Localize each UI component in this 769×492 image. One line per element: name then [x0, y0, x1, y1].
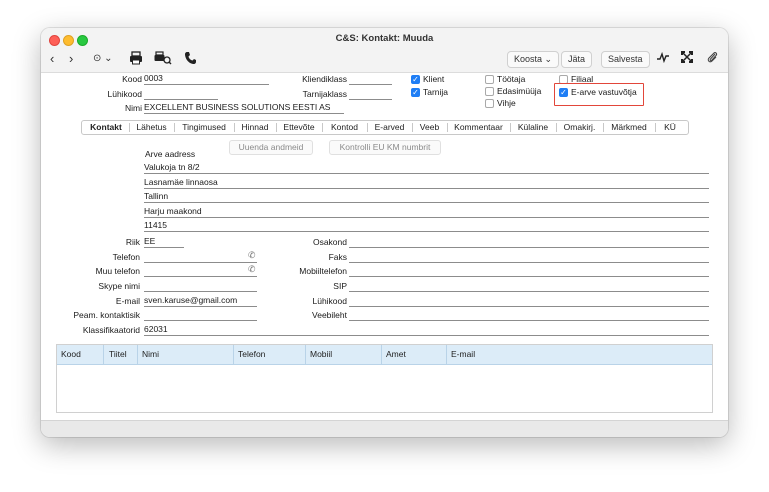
tab-tingimused[interactable]: Tingimused — [175, 121, 233, 134]
update-data-button[interactable]: Uuenda andmeid — [229, 140, 313, 155]
tab-kommentaar[interactable]: Kommentaar — [448, 121, 509, 134]
tarnija-label: Tarnija — [423, 87, 449, 97]
muu-telefon-field[interactable] — [144, 265, 257, 277]
col-mobiil[interactable]: Mobiil — [310, 345, 332, 364]
phone-icon[interactable] — [184, 51, 196, 67]
jata-button[interactable]: Jäta — [561, 51, 593, 68]
address-line-3[interactable]: Tallinn — [144, 191, 709, 203]
skype-field[interactable] — [144, 280, 257, 292]
faks-field[interactable] — [349, 251, 709, 263]
expand-icon[interactable] — [681, 51, 693, 67]
klassifikaatorid-label: Klassifikaatorid — [82, 325, 140, 335]
osakond-label: Osakond — [312, 237, 347, 247]
telefon-field[interactable] — [144, 251, 257, 263]
tootaja-checkbox[interactable] — [485, 75, 494, 84]
title-bar: C&S: Kontakt: Muuda ‹ › ⊙ ⌄ Koosta ⌄ Jät… — [41, 28, 728, 73]
tootaja-label: Töötaja — [497, 74, 526, 84]
kood-field[interactable]: 0003 — [144, 73, 269, 85]
skype-label: Skype nimi — [98, 281, 140, 291]
tab-hinnad[interactable]: Hinnad — [235, 121, 275, 134]
tarnija-checkbox[interactable]: ✓ — [411, 88, 420, 97]
attachment-icon[interactable] — [707, 51, 718, 67]
peam-kontaktisik-field[interactable] — [144, 309, 257, 321]
col-nimi[interactable]: Nimi — [142, 345, 159, 364]
tab-bar: Kontakt Lähetus Tingimused Hinnad Ettevõ… — [81, 120, 689, 135]
salvesta-button[interactable]: Salvesta — [601, 51, 650, 68]
col-kood[interactable]: Kood — [61, 345, 81, 364]
tab-kontod[interactable]: Kontod — [323, 121, 366, 134]
veebileht-field[interactable] — [349, 309, 709, 321]
luhikood-2-label: Lühikood — [312, 296, 347, 306]
riik-label: Riik — [125, 237, 140, 247]
peam-kontaktisik-label: Peam. kontaktisik — [73, 310, 140, 320]
check-vat-button[interactable]: Kontrolli EU KM numbrit — [329, 140, 441, 155]
kliendiklass-label: Kliendiklass — [302, 74, 347, 84]
col-telefon[interactable]: Telefon — [238, 345, 265, 364]
address-line-1[interactable]: Valukoja tn 8/2 — [144, 162, 709, 174]
luhikood-label: Lühikood — [107, 89, 142, 99]
call-other-phone-icon[interactable]: ✆ — [248, 264, 256, 275]
muu-telefon-label: Muu telefon — [95, 266, 140, 276]
kood-label: Kood — [122, 74, 142, 84]
koosta-button[interactable]: Koosta ⌄ — [507, 51, 560, 68]
faks-label: Faks — [328, 252, 347, 262]
tab-lahetus[interactable]: Lähetus — [130, 121, 173, 134]
nimi-label: Nimi — [125, 103, 142, 113]
mobiiltelefon-label: Mobiiltelefon — [299, 266, 347, 276]
forward-button[interactable]: › — [69, 51, 73, 67]
back-button[interactable]: ‹ — [50, 51, 54, 67]
address-line-2[interactable]: Lasnamäe linnaosa — [144, 177, 709, 189]
print-icon[interactable] — [129, 51, 143, 67]
kliendiklass-field[interactable] — [349, 73, 392, 85]
col-tiitel[interactable]: Tiitel — [109, 345, 127, 364]
highlight-box — [554, 83, 644, 106]
luhikood-field[interactable] — [144, 88, 218, 100]
contacts-table-header: Kood Tiitel Nimi Telefon Mobiil Amet E-m… — [57, 345, 712, 365]
klient-label: Klient — [423, 74, 445, 84]
nimi-field[interactable]: EXCELLENT BUSINESS SOLUTIONS EESTI AS — [144, 102, 344, 114]
tab-markmed[interactable]: Märkmed — [604, 121, 654, 134]
tab-veeb[interactable]: Veeb — [413, 121, 446, 134]
activity-icon[interactable] — [657, 51, 669, 67]
col-amet[interactable]: Amet — [386, 345, 406, 364]
tab-earved[interactable]: E-arved — [368, 121, 411, 134]
tab-kontakt[interactable]: Kontakt — [84, 121, 128, 134]
window-title: C&S: Kontakt: Muuda — [335, 33, 434, 44]
veebileht-label: Veebileht — [312, 310, 347, 320]
tab-omakirj[interactable]: Omakirj. — [557, 121, 602, 134]
call-phone-icon[interactable]: ✆ — [248, 250, 256, 261]
osakond-field[interactable] — [349, 236, 709, 248]
tarnijaklass-field[interactable] — [349, 88, 392, 100]
edasimuuja-checkbox[interactable] — [485, 87, 494, 96]
klassifikaatorid-field[interactable]: 62031 — [144, 324, 709, 336]
email-field[interactable]: sven.karuse@gmail.com — [144, 295, 257, 307]
contact-edit-window: C&S: Kontakt: Muuda ‹ › ⊙ ⌄ Koosta ⌄ Jät… — [41, 28, 728, 437]
address-title: Arve aadress — [145, 149, 196, 159]
sip-field[interactable] — [349, 280, 709, 292]
mobiiltelefon-field[interactable] — [349, 265, 709, 277]
sip-label: SIP — [333, 281, 347, 291]
tab-kulaline[interactable]: Külaline — [511, 121, 555, 134]
tarnijaklass-label: Tarnijaklass — [302, 89, 347, 99]
print-preview-icon[interactable] — [154, 51, 172, 67]
bottom-bar — [41, 420, 728, 437]
address-line-5[interactable]: 11415 — [144, 220, 709, 232]
col-email[interactable]: E-mail — [451, 345, 475, 364]
tab-ettevote[interactable]: Ettevõte — [277, 121, 321, 134]
edasimuuja-label: Edasimüüja — [497, 86, 542, 96]
more-actions-button[interactable]: ⊙ ⌄ — [93, 51, 113, 67]
address-line-4[interactable]: Harju maakond — [144, 206, 709, 218]
luhikood-2-field[interactable] — [349, 295, 709, 307]
email-label: E-mail — [115, 296, 140, 306]
tab-ku[interactable]: KÜ — [656, 121, 684, 134]
telefon-label: Telefon — [112, 252, 140, 262]
vihje-checkbox[interactable] — [485, 99, 494, 108]
contacts-table[interactable]: Kood Tiitel Nimi Telefon Mobiil Amet E-m… — [56, 344, 713, 413]
riik-field[interactable]: EE — [144, 236, 184, 248]
vihje-label: Vihje — [497, 98, 516, 108]
klient-checkbox[interactable]: ✓ — [411, 75, 420, 84]
